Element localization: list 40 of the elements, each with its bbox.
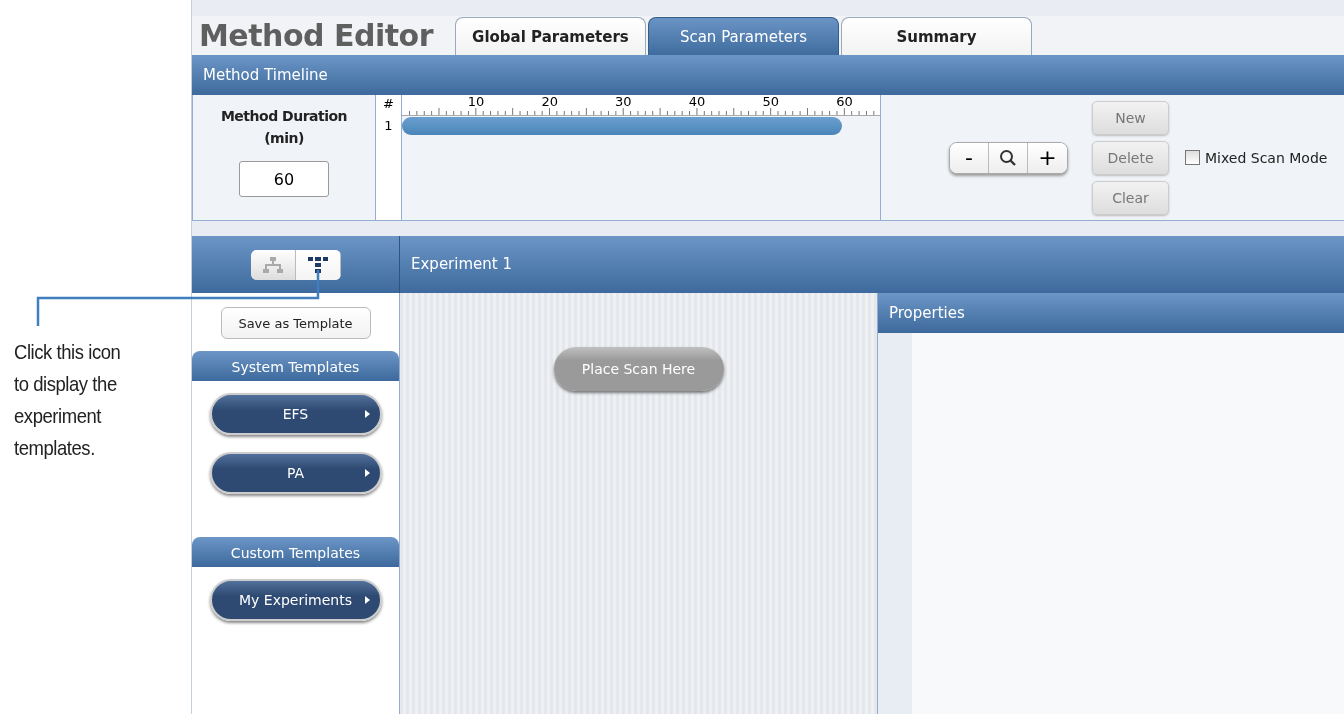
ruler-label: 30	[615, 95, 632, 108]
experiment-header: Experiment 1	[400, 236, 1344, 293]
callout-text: Click this icon to display the experiment templates.	[14, 339, 122, 461]
checkbox[interactable]	[1185, 150, 1200, 165]
template-button[interactable]: EFS	[209, 393, 382, 435]
section-header: Custom Templates	[192, 537, 399, 567]
arrow-icon	[364, 596, 370, 604]
view-toggle-button[interactable]	[250, 249, 296, 280]
section-header: System Templates	[192, 351, 399, 381]
button[interactable]: Delete	[1092, 140, 1169, 175]
ruler-label: 20	[541, 95, 558, 108]
search-icon	[999, 148, 1017, 167]
tab[interactable]: Summary	[840, 17, 1032, 55]
column-header: #	[382, 95, 395, 113]
zoom-out-button[interactable]: -	[950, 142, 989, 173]
save-template-button[interactable]: Save as Template	[220, 307, 371, 339]
ruler-label: 10	[467, 95, 485, 108]
ruler-label: 50	[762, 95, 780, 108]
row-number: 1	[383, 117, 394, 135]
button[interactable]: Clear	[1092, 180, 1169, 215]
arrow-icon	[364, 410, 370, 418]
properties-header: Properties	[878, 293, 1344, 333]
template-icon	[307, 256, 328, 273]
template-button[interactable]: My Experiments	[209, 579, 382, 621]
button[interactable]: New	[1092, 100, 1169, 135]
ruler-label: 60	[836, 95, 853, 108]
zoom-button[interactable]	[989, 142, 1028, 173]
mixed-scan-mode-checkbox[interactable]: Mixed Scan Mode	[1185, 149, 1328, 166]
section-header: Method Timeline	[192, 55, 1344, 95]
app-title: Method Editor	[198, 17, 435, 55]
tab[interactable]: Global Parameters	[454, 17, 646, 55]
ruler-label: 40	[688, 95, 706, 108]
hierarchy-icon	[262, 256, 283, 273]
tab[interactable]: Scan Parameters	[647, 17, 839, 55]
template-button[interactable]: PA	[209, 452, 382, 494]
duration-field[interactable]: 60	[239, 161, 329, 197]
duration-label: Method Duration (min)	[219, 107, 349, 148]
arrow-icon	[364, 469, 370, 477]
zoom-in-button[interactable]: +	[1028, 142, 1067, 173]
view-toggle-button[interactable]	[295, 249, 341, 280]
